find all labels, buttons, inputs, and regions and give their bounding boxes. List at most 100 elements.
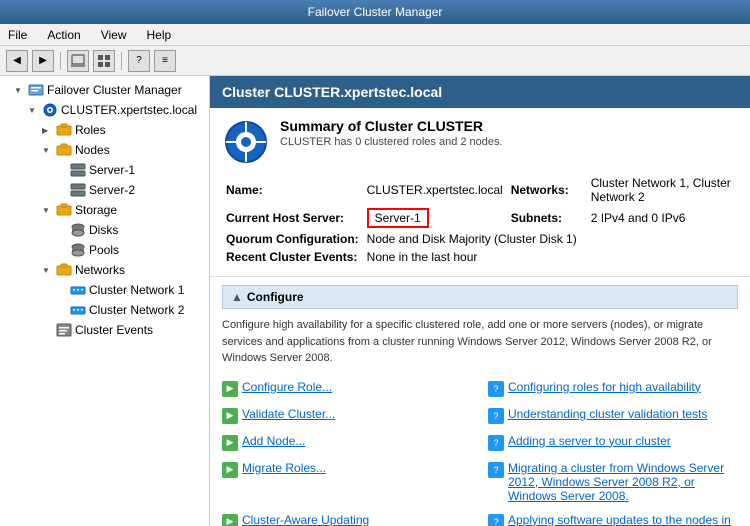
toolbar: ◀ ▶ ? ≡ [0, 46, 750, 76]
host-value: Server-1 [363, 206, 507, 230]
link-understanding-validation: ? Understanding cluster validation tests [488, 404, 738, 427]
tree-item-server2[interactable]: Server-2 [0, 180, 209, 200]
server2-label: Server-2 [89, 183, 135, 197]
configure-arrow-icon: ▲ [231, 290, 243, 304]
understanding-validation-icon: ? [488, 408, 504, 424]
configuring-roles-link[interactable]: Configuring roles for high availability [508, 380, 701, 394]
menu-file[interactable]: File [4, 26, 31, 44]
subnets-label: Subnets: [507, 206, 587, 230]
grid-button[interactable] [93, 50, 115, 72]
tree-item-cn1[interactable]: Cluster Network 1 [0, 280, 209, 300]
configure-section: ▲ Configure Configure high availability … [210, 277, 750, 526]
right-panel: Cluster CLUSTER.xpertstec.local [210, 76, 750, 526]
menu-action[interactable]: Action [43, 26, 84, 44]
tree-item-roles[interactable]: ▶ Roles [0, 120, 209, 140]
menu-view[interactable]: View [97, 26, 131, 44]
expand-networks[interactable]: ▼ [42, 266, 56, 275]
add-node-icon: ▶ [222, 435, 238, 451]
tree-item-cluster[interactable]: ▼ CLUSTER.xpertstec.local [0, 100, 209, 120]
networks-value: Cluster Network 1, Cluster Network 2 [587, 174, 738, 206]
host-label: Current Host Server: [222, 206, 363, 230]
expand-roles[interactable]: ▶ [42, 126, 56, 135]
tree-item-nodes[interactable]: ▼ Nodes [0, 140, 209, 160]
action-cluster-aware-updating: ▶ Cluster-Aware Updating [222, 510, 472, 526]
toolbar-separator-2 [121, 52, 122, 70]
name-value: CLUSTER.xpertstec.local [363, 174, 507, 206]
cluster-summary-icon [222, 118, 270, 166]
applying-updates-icon: ? [488, 514, 504, 526]
configure-title: Configure [247, 290, 304, 304]
main-layout: ▼ Failover Cluster Manager ▼ [0, 76, 750, 526]
disks-icon [70, 222, 86, 238]
server2-icon [70, 182, 86, 198]
cluster-aware-link[interactable]: Cluster-Aware Updating [242, 513, 369, 526]
fcm-icon [28, 82, 44, 98]
tree-item-server1[interactable]: Server-1 [0, 160, 209, 180]
toolbar-separator-1 [60, 52, 61, 70]
applying-updates-link[interactable]: Applying software updates to the nodes i… [508, 513, 738, 526]
summary-row-quorum: Quorum Configuration: Node and Disk Majo… [222, 230, 738, 248]
nodes-label: Nodes [75, 143, 110, 157]
panel-header: Cluster CLUSTER.xpertstec.local [210, 76, 750, 108]
configure-role-link[interactable]: Configure Role... [242, 380, 332, 394]
quorum-label: Quorum Configuration: [222, 230, 363, 248]
expand-fcm[interactable]: ▼ [14, 86, 28, 95]
adding-server-link[interactable]: Adding a server to your cluster [508, 434, 671, 448]
expand-cluster[interactable]: ▼ [28, 106, 42, 115]
back-button[interactable]: ◀ [6, 50, 28, 72]
summary-row-name: Name: CLUSTER.xpertstec.local Networks: … [222, 174, 738, 206]
tree-item-storage[interactable]: ▼ Storage [0, 200, 209, 220]
name-label: Name: [222, 174, 363, 206]
link-adding-server: ? Adding a server to your cluster [488, 431, 738, 454]
migrate-roles-link[interactable]: Migrate Roles... [242, 461, 326, 475]
menu-help[interactable]: Help [143, 26, 176, 44]
validate-cluster-icon: ▶ [222, 408, 238, 424]
expand-nodes[interactable]: ▼ [42, 146, 56, 155]
nodes-icon [56, 142, 72, 158]
panel-header-text: Cluster CLUSTER.xpertstec.local [222, 84, 442, 100]
link-applying-updates: ? Applying software updates to the nodes… [488, 510, 738, 526]
refresh-button[interactable] [67, 50, 89, 72]
events-label: Cluster Events [75, 323, 153, 337]
adding-server-icon: ? [488, 435, 504, 451]
help-button[interactable]: ? [128, 50, 150, 72]
cluster-icon [42, 102, 58, 118]
understanding-validation-link[interactable]: Understanding cluster validation tests [508, 407, 707, 421]
networks-icon [56, 262, 72, 278]
roles-label: Roles [75, 123, 106, 137]
migrating-cluster-link[interactable]: Migrating a cluster from Windows Server … [508, 461, 738, 503]
expand-storage[interactable]: ▼ [42, 206, 56, 215]
cn2-icon [70, 302, 86, 318]
tree-item-networks[interactable]: ▼ Networks [0, 260, 209, 280]
summary-table: Name: CLUSTER.xpertstec.local Networks: … [222, 174, 738, 266]
link-migrating-cluster: ? Migrating a cluster from Windows Serve… [488, 458, 738, 506]
action-migrate-roles: ▶ Migrate Roles... [222, 458, 472, 506]
configure-header: ▲ Configure [222, 285, 738, 309]
tree-item-pools[interactable]: Pools [0, 240, 209, 260]
add-node-link[interactable]: Add Node... [242, 434, 305, 448]
cluster-aware-icon: ▶ [222, 514, 238, 526]
pools-label: Pools [89, 243, 119, 257]
configuring-roles-icon: ? [488, 381, 504, 397]
events-icon [56, 322, 72, 338]
left-panel: ▼ Failover Cluster Manager ▼ [0, 76, 210, 526]
migrate-roles-icon: ▶ [222, 462, 238, 478]
events-label-row: Recent Cluster Events: [222, 248, 363, 266]
roles-icon [56, 122, 72, 138]
options-button[interactable]: ≡ [154, 50, 176, 72]
cn1-icon [70, 282, 86, 298]
validate-cluster-link[interactable]: Validate Cluster... [242, 407, 335, 421]
tree-item-disks[interactable]: Disks [0, 220, 209, 240]
action-add-node: ▶ Add Node... [222, 431, 472, 454]
migrating-cluster-icon: ? [488, 462, 504, 478]
events-value: None in the last hour [363, 248, 738, 266]
link-configuring-roles: ? Configuring roles for high availabilit… [488, 377, 738, 400]
subnets-value: 2 IPv4 and 0 IPv6 [587, 206, 738, 230]
tree-item-cn2[interactable]: Cluster Network 2 [0, 300, 209, 320]
tree-item-events[interactable]: Cluster Events [0, 320, 209, 340]
quorum-value: Node and Disk Majority (Cluster Disk 1) [363, 230, 738, 248]
cn1-label: Cluster Network 1 [89, 283, 184, 297]
forward-button[interactable]: ▶ [32, 50, 54, 72]
networks-label: Networks [75, 263, 125, 277]
tree-item-fcm[interactable]: ▼ Failover Cluster Manager [0, 80, 209, 100]
